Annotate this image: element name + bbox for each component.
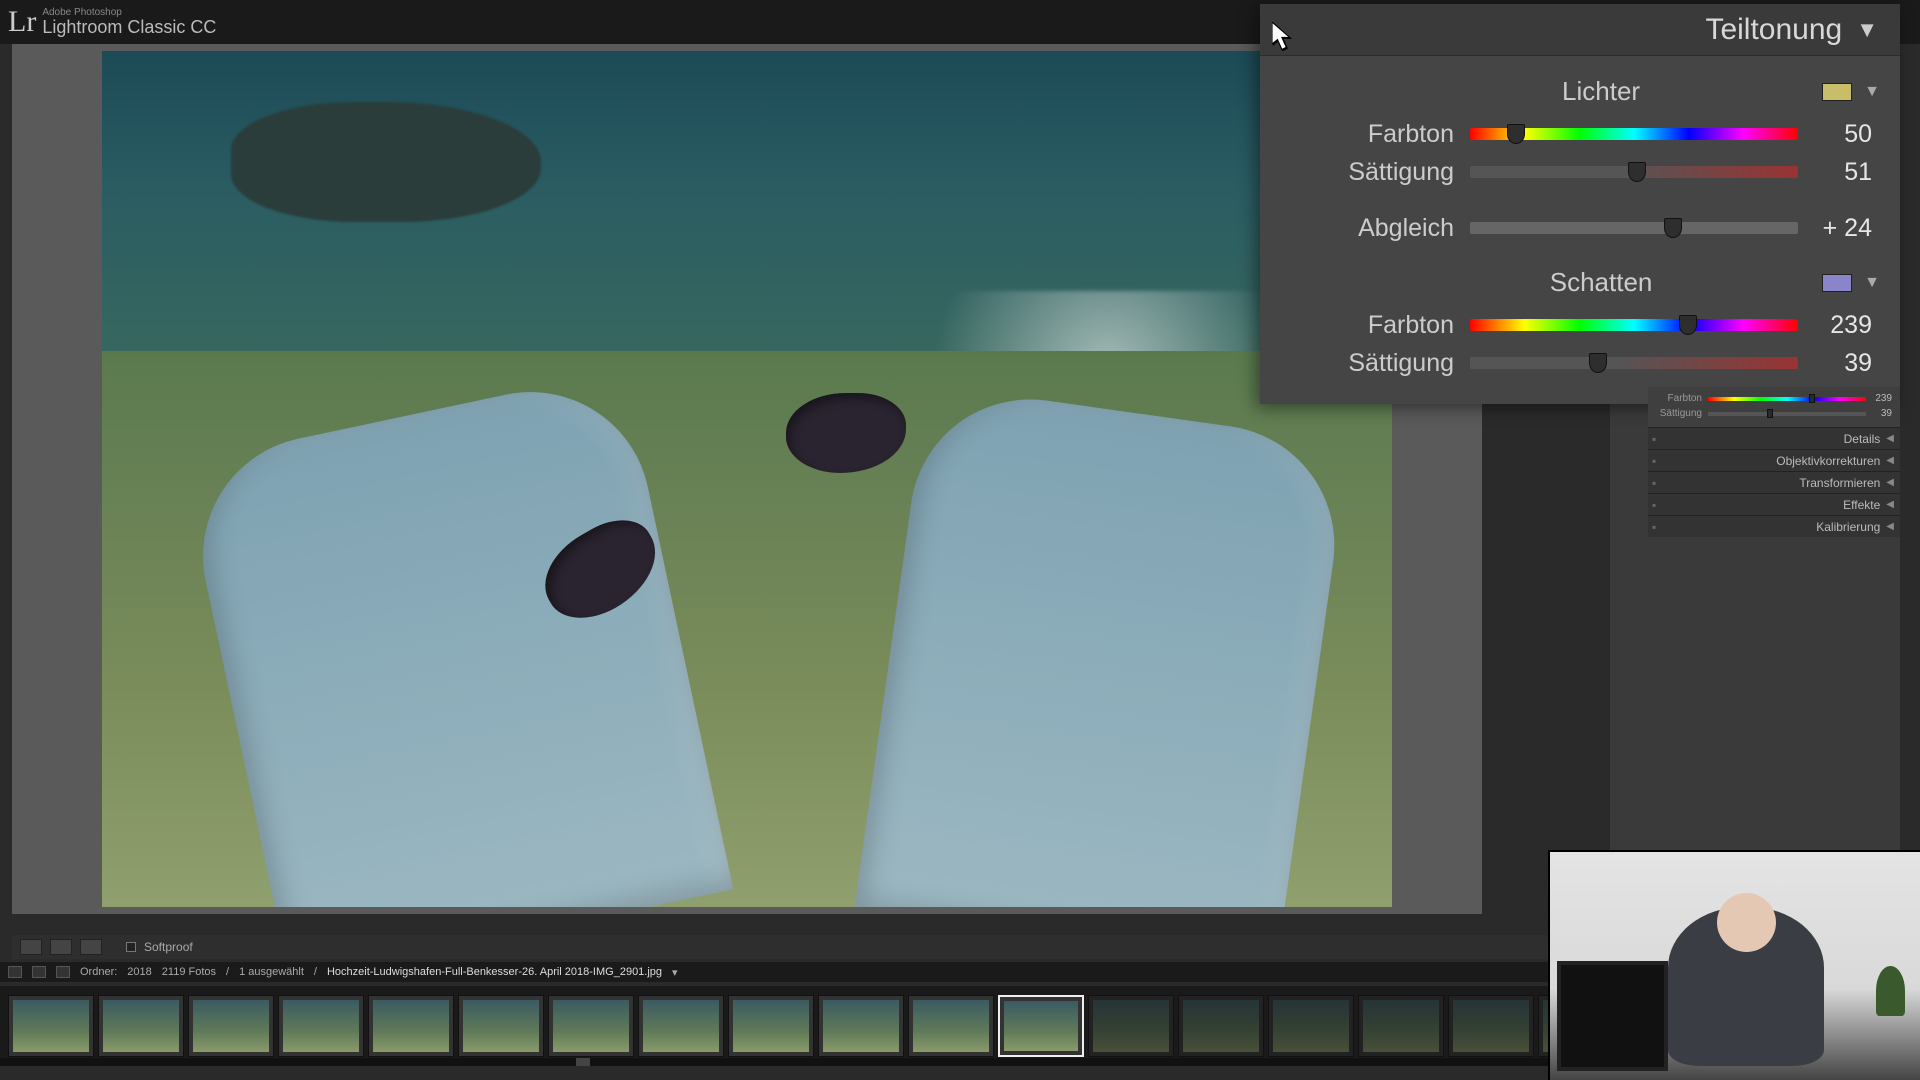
balance-slider[interactable] [1470, 222, 1798, 234]
chevron-left-icon: ◀ [1886, 433, 1894, 444]
chevron-left-icon: ◀ [1886, 521, 1894, 532]
mouse-cursor-icon [1272, 22, 1294, 52]
app-name: Lightroom Classic CC [42, 18, 216, 38]
main-photo [102, 51, 1392, 907]
chevron-left-icon: ◀ [1886, 499, 1894, 510]
filmstrip-thumbnail[interactable] [188, 995, 274, 1057]
app-vendor: Adobe Photoshop [42, 7, 216, 18]
mini-sat-label: Sättigung [1648, 408, 1708, 419]
shadows-hue-value[interactable]: 239 [1798, 311, 1880, 340]
shadows-hue-label: Farbton [1260, 311, 1470, 340]
highlights-header: Lichter ▼ [1260, 70, 1880, 115]
collapsed-panel-label: Effekte [1656, 498, 1886, 512]
mini-sat-value[interactable]: 39 [1866, 408, 1894, 419]
filmstrip-thumbnail[interactable] [1088, 995, 1174, 1057]
collapsed-panel-label: Details [1656, 432, 1886, 446]
view-mode-button-1[interactable] [20, 939, 42, 955]
filmstrip-thumbnail[interactable] [98, 995, 184, 1057]
filmstrip-thumbnail[interactable] [998, 995, 1084, 1057]
highlights-sat-label: Sättigung [1260, 158, 1470, 187]
highlights-hue-slider[interactable] [1470, 128, 1798, 140]
chevron-left-icon: ◀ [1886, 455, 1894, 466]
filmstrip-thumbnail[interactable] [458, 995, 544, 1057]
filmstrip-thumbnail[interactable] [1358, 995, 1444, 1057]
nav-icon[interactable] [56, 966, 70, 978]
shadows-header: Schatten ▼ [1260, 261, 1880, 306]
highlights-hue-label: Farbton [1260, 120, 1470, 149]
shadows-sat-label: Sättigung [1260, 349, 1470, 378]
balance-value[interactable]: + 24 [1798, 214, 1880, 243]
balance-row: Abgleich + 24 [1260, 209, 1880, 247]
mini-sat-slider[interactable] [1708, 412, 1866, 416]
highlights-sat-value[interactable]: 51 [1798, 158, 1880, 187]
filmstrip-thumbnail[interactable] [548, 995, 634, 1057]
collapsed-panel-transformieren[interactable]: ▪Transformieren◀ [1648, 471, 1900, 493]
mini-hue-value[interactable]: 239 [1866, 393, 1894, 404]
shadows-swatch[interactable] [1822, 274, 1852, 292]
shadows-sat-slider[interactable] [1470, 357, 1798, 369]
filmstrip-thumbnail[interactable] [368, 995, 454, 1057]
current-filename: Hochzeit-Ludwigshafen-Full-Benkesser-26.… [327, 966, 662, 978]
highlights-dropdown-icon[interactable]: ▼ [1864, 83, 1880, 101]
filmstrip-thumbnail[interactable] [1448, 995, 1534, 1057]
shadows-title: Schatten [1260, 267, 1822, 298]
filmstrip-thumbnail[interactable] [818, 995, 904, 1057]
highlights-hue-row: Farbton 50 [1260, 115, 1880, 153]
panel-collapse-icon[interactable]: ▼ [1856, 17, 1878, 43]
folder-label: Ordner: [80, 966, 117, 978]
collapsed-panel-effekte[interactable]: ▪Effekte◀ [1648, 493, 1900, 515]
highlights-sat-row: Sättigung 51 [1260, 153, 1880, 191]
photo-count: 2119 Fotos [162, 966, 216, 978]
filmstrip-thumbnail[interactable] [728, 995, 814, 1057]
shadows-hue-row: Farbton 239 [1260, 306, 1880, 344]
mini-hue-slider[interactable] [1708, 397, 1866, 401]
shadows-dropdown-icon[interactable]: ▼ [1864, 274, 1880, 292]
collapsed-panel-objektivkorrekturen[interactable]: ▪Objektivkorrekturen◀ [1648, 449, 1900, 471]
shadows-sat-row: Sättigung 39 [1260, 344, 1880, 382]
shadows-hue-slider[interactable] [1470, 319, 1798, 331]
softproof-label: Softproof [144, 940, 193, 954]
filmstrip-thumbnail[interactable] [278, 995, 364, 1057]
collapsed-panel-label: Kalibrierung [1656, 520, 1886, 534]
panel-title: Teiltonung [1705, 13, 1842, 47]
preview-toolbar: Softproof [12, 935, 1600, 959]
highlights-title: Lichter [1260, 76, 1822, 107]
panel-header[interactable]: Teiltonung ▼ [1260, 4, 1900, 56]
filmstrip-thumbnail[interactable] [1178, 995, 1264, 1057]
collapsed-panel-details[interactable]: ▪Details◀ [1648, 427, 1900, 449]
filmstrip-thumbnail[interactable] [638, 995, 724, 1057]
mini-sat-row: Sättigung 39 [1648, 406, 1894, 421]
mini-hue-label: Farbton [1648, 393, 1708, 404]
softproof-checkbox[interactable] [126, 942, 136, 952]
mini-hue-row: Farbton 239 [1648, 391, 1894, 406]
collapsed-panel-label: Transformieren [1656, 476, 1886, 490]
view-mode-button-3[interactable] [80, 939, 102, 955]
collapsed-panel-kalibrierung[interactable]: ▪Kalibrierung◀ [1648, 515, 1900, 537]
split-toning-panel: Teiltonung ▼ Lichter ▼ Farbton 50 Sättig… [1260, 4, 1900, 404]
view-mode-button-2[interactable] [50, 939, 72, 955]
secondary-display-icon[interactable] [32, 966, 46, 978]
grid-icon[interactable] [8, 966, 22, 978]
highlights-swatch[interactable] [1822, 83, 1852, 101]
filmstrip-thumbnail[interactable] [1268, 995, 1354, 1057]
selected-count: 1 ausgewählt [239, 966, 304, 978]
filmstrip-thumbnail[interactable] [8, 995, 94, 1057]
filmstrip-thumbnail[interactable] [908, 995, 994, 1057]
highlights-sat-slider[interactable] [1470, 166, 1798, 178]
chevron-left-icon: ◀ [1886, 477, 1894, 488]
highlights-hue-value[interactable]: 50 [1798, 120, 1880, 149]
right-sidebar: Farbton 239 Sättigung 39 ▪Details◀▪Objek… [1648, 387, 1900, 537]
shadows-sat-value[interactable]: 39 [1798, 349, 1880, 378]
balance-label: Abgleich [1260, 214, 1470, 243]
folder-year: 2018 [127, 966, 151, 978]
app-logo: Lr [8, 5, 36, 39]
webcam-overlay [1548, 850, 1920, 1080]
collapsed-panel-label: Objektivkorrekturen [1656, 454, 1886, 468]
